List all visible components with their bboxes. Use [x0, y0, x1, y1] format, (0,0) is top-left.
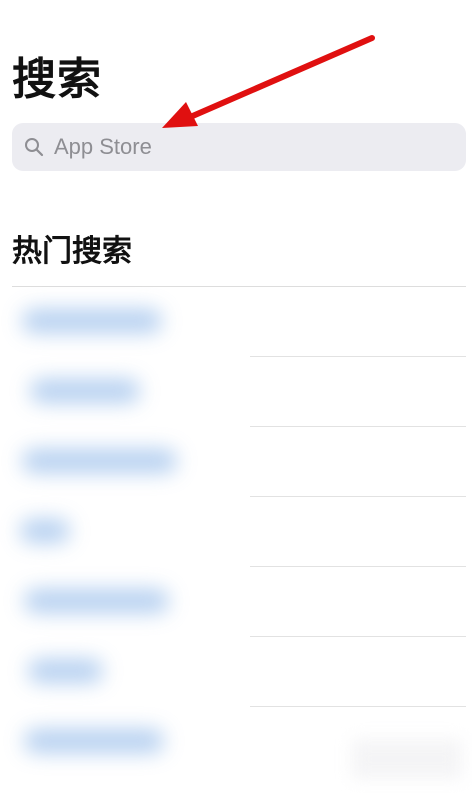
blurred-text [24, 729, 164, 753]
blurred-text [30, 379, 140, 403]
trending-item-blurred[interactable] [0, 637, 472, 707]
blurred-text [22, 449, 177, 473]
trending-item-blurred[interactable] [0, 357, 472, 427]
blurred-text [24, 589, 169, 613]
search-input[interactable] [54, 134, 434, 160]
trending-section-title: 热门搜索 [12, 234, 132, 269]
trending-item-blurred[interactable] [0, 567, 472, 637]
trending-list [0, 287, 472, 787]
search-bar[interactable] [12, 123, 466, 171]
trending-item-blurred[interactable] [0, 287, 472, 357]
blurred-text [28, 659, 103, 683]
blurred-text [22, 309, 162, 333]
page-title: 搜索 [12, 54, 102, 105]
trending-item-blurred[interactable] [0, 497, 472, 567]
watermark-smudge [352, 739, 462, 779]
trending-item-blurred[interactable] [0, 427, 472, 497]
search-icon [24, 137, 44, 157]
blurred-text [20, 519, 70, 543]
